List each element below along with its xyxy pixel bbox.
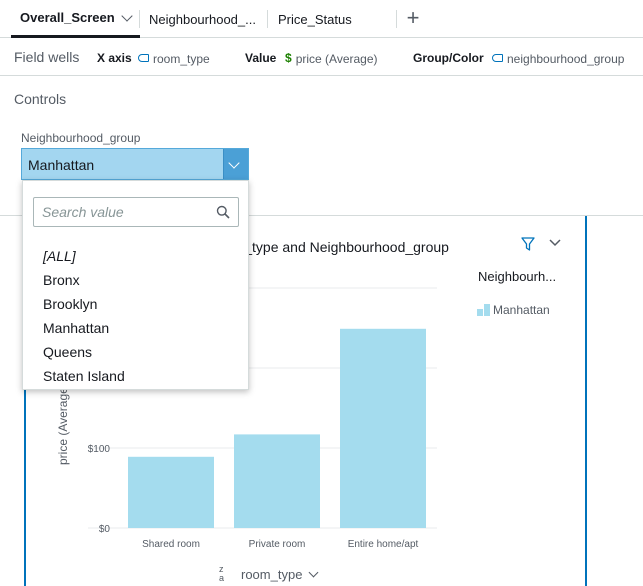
search-icon[interactable] [216,205,230,219]
dropdown-option[interactable]: Bronx [43,268,125,292]
tab-overall-screen[interactable]: Overall_Screen [11,0,140,38]
bar[interactable] [128,456,214,528]
tab-divider [139,10,140,28]
y-axis-title: price (Average [56,387,70,465]
field-wells-title: Field wells [14,49,80,65]
dropdown-option[interactable]: Manhattan [43,316,125,340]
analysis-screen: Overall_Screen Neighbourhood_... Price_S… [0,0,643,586]
dollar-icon: $ [285,50,292,65]
legend-label: Manhattan [493,303,550,317]
visual-menu-chevron-icon[interactable] [548,236,562,250]
search-value-box[interactable] [33,197,239,227]
legend-title: Neighbourh... [478,269,557,284]
dropdown-option[interactable]: Queens [43,340,125,364]
sheet-tab-bar: Overall_Screen Neighbourhood_... Price_S… [0,0,643,38]
add-sheet-icon[interactable]: + [402,7,424,30]
tab-label: Price_Status [278,11,352,27]
x-axis-well-label: X axis [97,51,132,65]
x-axis-well-value[interactable]: room_type [138,52,210,66]
dropdown-option[interactable]: Brooklyn [43,292,125,316]
tab-neighbourhood[interactable]: Neighbourhood_... [149,0,256,38]
tab-label: Overall_Screen [20,10,115,25]
group-field: neighbourhood_group [507,52,625,66]
select-value: Manhattan [28,157,95,173]
field-wells-bar[interactable]: Field wells X axis room_type Value $ pri… [0,39,643,76]
control-label: Neighbourhood_group [21,131,141,145]
x-tick-label: Shared room [142,539,200,550]
value-well-label: Value [245,51,277,65]
dropdown-option[interactable]: Staten Island [43,364,125,388]
dimension-tag-icon [492,54,503,62]
legend-item[interactable]: Manhattan [477,303,550,317]
value-field: price (Average) [295,52,378,66]
chevron-down-icon[interactable] [121,9,133,22]
bar[interactable] [234,434,320,528]
search-input[interactable] [34,198,204,226]
tab-divider [396,10,397,28]
tab-divider [267,10,268,28]
y-tick-label: $0 [99,524,111,535]
value-well-value[interactable]: $ price (Average) [285,50,378,67]
x-axis-title[interactable]: za room_type [219,565,319,583]
dimension-tag-icon [138,54,149,62]
controls-title[interactable]: Controls [14,91,66,107]
visual-title[interactable]: oom_type and Neighbourhood_group [217,239,449,255]
filter-icon[interactable] [520,236,536,252]
x-axis-title-label: room_type [241,566,303,582]
x-tick-label: Private room [249,539,306,550]
neighbourhood-group-select[interactable]: Manhattan [21,148,249,180]
select-toggle-button[interactable] [223,149,248,179]
dropdown-option-list: [ALL] Bronx Brooklyn Manhattan Queens Staten … [43,244,125,388]
tab-price-status[interactable]: Price_Status [278,0,352,38]
sort-descending-icon[interactable]: za [219,565,231,583]
control-dropdown-menu: [ALL]BronxBrooklynManhattanQueensStaten … [22,180,249,390]
bar-legend-icon [477,304,490,316]
dropdown-option[interactable]: [ALL] [43,244,125,268]
x-tick-label: Entire home/apt [348,539,419,550]
x-axis-field: room_type [153,52,210,66]
chevron-down-icon[interactable] [308,567,319,577]
group-well-label: Group/Color [413,51,484,65]
chevron-down-icon [228,157,240,169]
bar[interactable] [340,328,426,528]
y-tick-label: $100 [88,444,111,455]
tab-label: Neighbourhood_... [149,11,256,27]
group-well-value[interactable]: neighbourhood_group [492,52,624,66]
